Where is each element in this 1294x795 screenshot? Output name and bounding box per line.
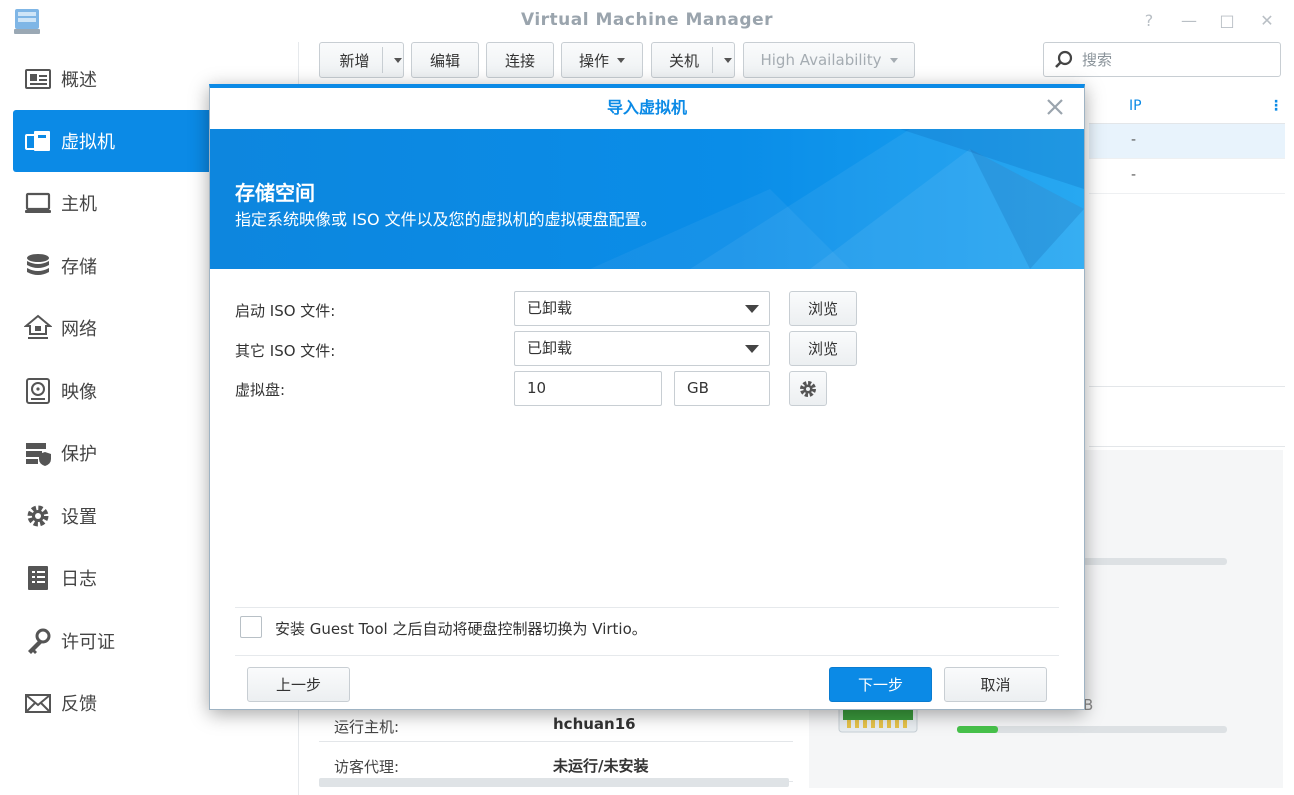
previous-button[interactable]: 上一步 (247, 667, 350, 702)
window-titlebar: Virtual Machine Manager ? — □ ✕ (0, 0, 1294, 42)
create-label: 新增 (339, 51, 370, 70)
help-icon[interactable]: ? (1138, 10, 1160, 32)
shutdown-label: 关机 (668, 51, 699, 70)
close-window-icon[interactable]: ✕ (1256, 10, 1278, 32)
other-iso-select[interactable]: 已卸载 (514, 331, 770, 366)
high-availability-button[interactable]: High Availability (743, 42, 915, 78)
action-button[interactable]: 操作 (561, 42, 643, 78)
banner-subtitle: 指定系统映像或 ISO 文件以及您的虚拟机的虚拟硬盘配置。 (235, 210, 657, 229)
minimize-icon[interactable]: — (1178, 10, 1200, 32)
gear-icon (800, 380, 816, 397)
image-icon (23, 376, 53, 406)
dialog-banner: 存储空间 指定系统映像或 ISO 文件以及您的虚拟机的虚拟硬盘配置。 (210, 129, 1084, 269)
import-vm-dialog: 导入虚拟机 存储空间 指定系统映像或 ISO 文件以及您的虚拟机的虚拟硬盘配置。… (209, 84, 1085, 710)
checkbox-divider (235, 607, 1059, 608)
close-icon[interactable] (1044, 96, 1066, 118)
shutdown-button[interactable]: 关机 (651, 42, 735, 78)
boot-iso-select[interactable]: 已卸载 (514, 291, 770, 326)
footer-divider (235, 655, 1059, 656)
vdisk-size-input[interactable]: 10 (514, 371, 662, 406)
table-row[interactable]: - (1089, 159, 1285, 194)
network-icon (23, 313, 53, 343)
vdisk-unit-field[interactable]: GB (674, 371, 770, 406)
action-dropdown-icon (617, 57, 625, 63)
edit-button[interactable]: 编辑 (411, 42, 479, 78)
log-icon (23, 563, 53, 593)
window-title: Virtual Machine Manager (520, 10, 773, 30)
sidebar-item-label: 保护 (61, 444, 97, 465)
high-availability-label: High Availability (760, 51, 882, 69)
virtio-checkbox-label: 安装 Guest Tool 之后自动将硬盘控制器切换为 Virtio。 (275, 620, 647, 638)
grid-header: IP ⋮ (1089, 92, 1285, 124)
overview-icon (23, 64, 53, 94)
storage-progress-bar (957, 726, 1227, 733)
host-icon (23, 188, 53, 218)
search-icon (1055, 50, 1073, 68)
row-ip-value: - (1131, 167, 1137, 183)
detail-row-host: 运行主机: hchuan16 (319, 706, 793, 742)
sidebar-item-label: 网络 (61, 319, 97, 340)
detail-row-agent: 访客代理: 未运行/未安装 (319, 746, 793, 782)
next-button[interactable]: 下一步 (829, 667, 932, 702)
sidebar-item-label: 日志 (61, 569, 97, 590)
agent-value: 未运行/未安装 (553, 757, 649, 775)
sidebar-item-label: 设置 (61, 507, 97, 528)
sidebar-item-label: 映像 (61, 382, 97, 403)
other-iso-label: 其它 ISO 文件: (235, 342, 336, 360)
column-menu-icon[interactable]: ⋮ (1269, 98, 1283, 114)
virtio-checkbox[interactable] (240, 616, 262, 638)
boot-iso-label: 启动 ISO 文件: (235, 302, 336, 320)
sidebar-item-label: 存储 (61, 257, 97, 278)
sidebar-item-label: 虚拟机 (61, 132, 115, 153)
storage-progress-fill (957, 726, 998, 733)
vdisk-settings-button[interactable] (789, 371, 827, 406)
table-row[interactable]: - (1089, 124, 1285, 159)
agent-label: 访客代理: (334, 758, 400, 776)
sidebar-item-label: 概述 (61, 70, 97, 91)
sidebar-item-label: 主机 (61, 194, 97, 215)
virtual-machine-icon (23, 126, 53, 156)
high-availability-dropdown-icon (889, 57, 898, 63)
cancel-button[interactable]: 取消 (944, 667, 1047, 702)
sidebar-item-label: 反馈 (61, 694, 97, 715)
dialog-title: 导入虚拟机 (606, 98, 687, 117)
vdisk-label: 虚拟盘: (235, 381, 286, 399)
chevron-down-icon (745, 305, 759, 313)
grid-column-ip[interactable]: IP (1129, 98, 1142, 114)
boot-iso-value: 已卸载 (527, 299, 573, 317)
banner-pattern-icon (590, 129, 1084, 269)
boot-iso-browse-button[interactable]: 浏览 (789, 291, 857, 326)
search-input[interactable]: 搜索 (1043, 42, 1281, 77)
banner-title: 存储空间 (235, 181, 315, 205)
host-label: 运行主机: (334, 718, 400, 736)
other-iso-value: 已卸载 (527, 339, 573, 357)
horizontal-scrollbar[interactable] (319, 778, 789, 787)
maximize-icon[interactable]: □ (1216, 10, 1238, 32)
action-label: 操作 (578, 51, 609, 70)
row-ip-value: - (1131, 132, 1137, 148)
protection-icon (23, 438, 53, 468)
feedback-icon (23, 688, 53, 718)
upper-progress-bar (1083, 558, 1227, 565)
connect-button[interactable]: 连接 (486, 42, 554, 78)
settings-icon (23, 501, 53, 531)
create-dropdown-icon[interactable] (394, 58, 402, 63)
shutdown-dropdown-icon[interactable] (724, 58, 732, 63)
sidebar-item-label: 许可证 (61, 632, 115, 653)
license-icon (23, 626, 53, 656)
other-iso-browse-button[interactable]: 浏览 (789, 331, 857, 366)
storage-icon (23, 251, 53, 281)
host-value: hchuan16 (553, 715, 636, 733)
create-button[interactable]: 新增 (319, 42, 404, 78)
chevron-down-icon (745, 345, 759, 353)
search-placeholder: 搜索 (1082, 51, 1113, 69)
